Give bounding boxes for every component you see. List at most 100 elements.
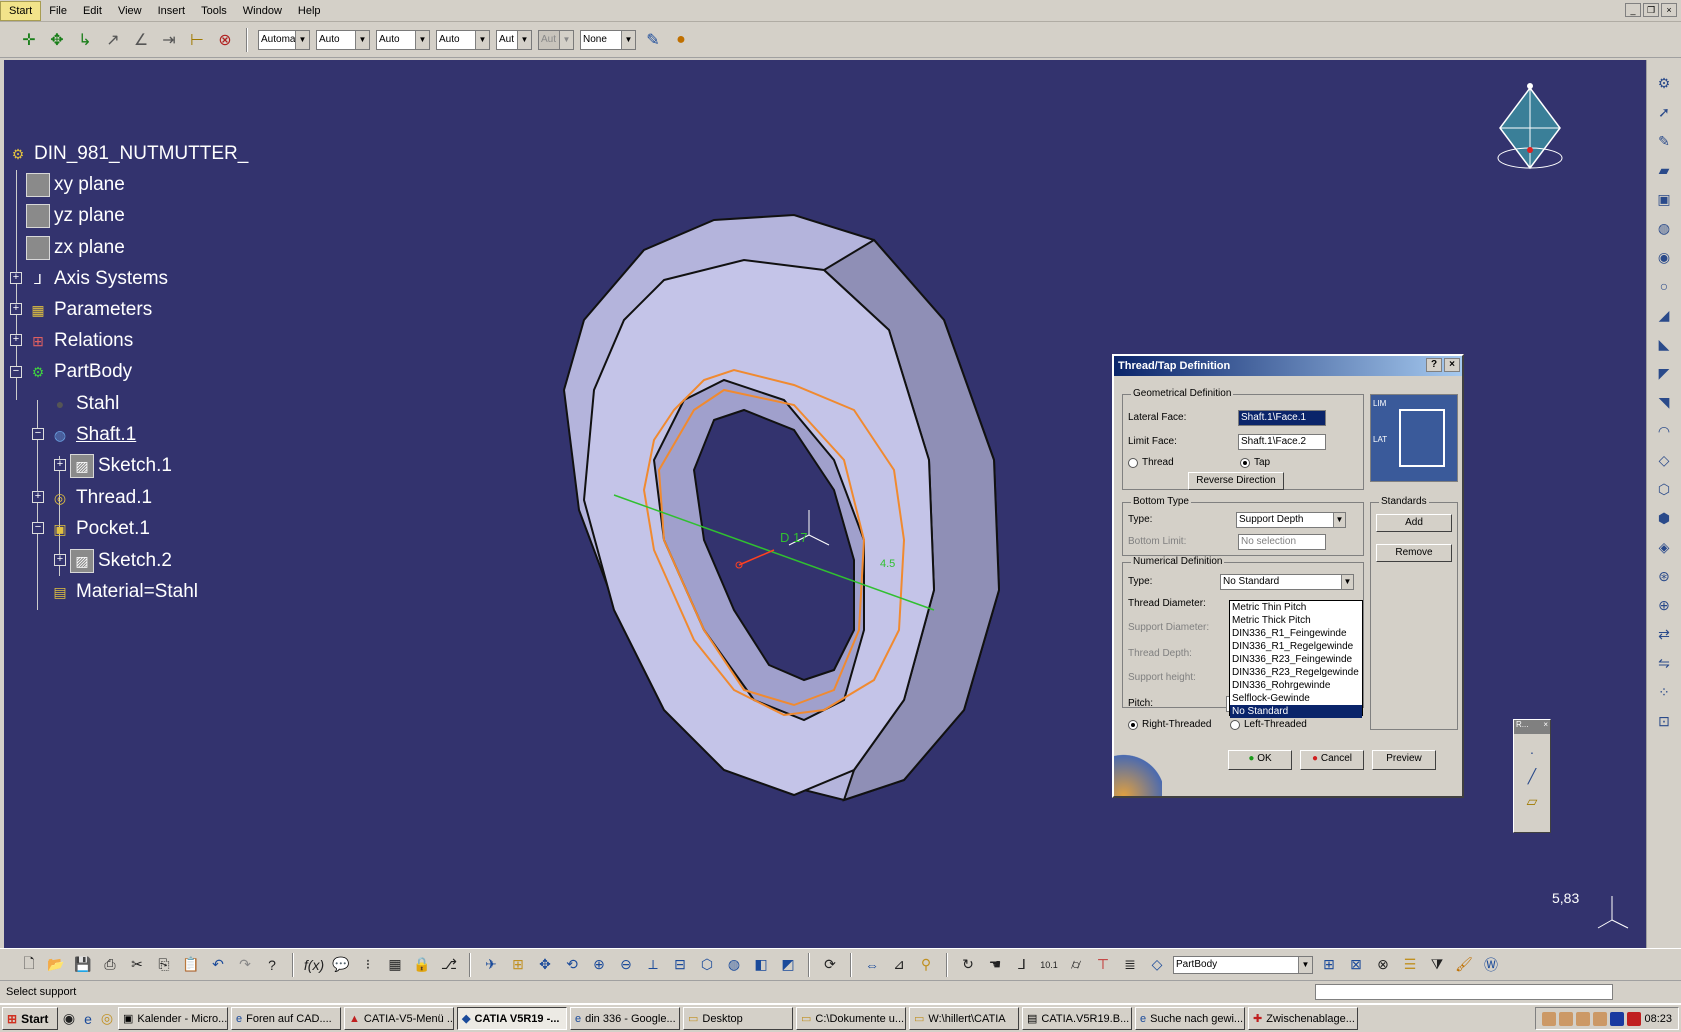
paint-icon[interactable]: 🖌 xyxy=(1453,954,1475,976)
task-foren[interactable]: e Foren auf CAD.... xyxy=(231,1007,341,1030)
menu-edit[interactable]: Edit xyxy=(75,0,110,22)
mirror-icon[interactable]: ⇋ xyxy=(1653,652,1675,674)
start-button[interactable]: ⊞ Start xyxy=(2,1007,58,1030)
tree-item-thread-1[interactable]: ◎ Thread.1 xyxy=(48,484,152,512)
remove-face-icon[interactable]: ⊕ xyxy=(1653,594,1675,616)
macro-icon[interactable]: ⎇ xyxy=(438,954,460,976)
fly-icon[interactable]: ✈ xyxy=(480,954,502,976)
dropdown-option[interactable]: Selflock-Gewinde xyxy=(1230,692,1362,705)
loft-icon[interactable]: ◥ xyxy=(1653,391,1675,413)
expand-icon[interactable]: + xyxy=(10,272,22,284)
floating-toolbar-title[interactable]: R... × xyxy=(1514,720,1550,734)
update-icon[interactable]: ⟳ xyxy=(819,954,841,976)
graphic-properties-icon[interactable]: ✎ xyxy=(642,29,664,51)
limit-face-field[interactable]: Shaft.1\Face.2 xyxy=(1238,434,1326,450)
copy-icon[interactable]: ⎘ xyxy=(153,954,175,976)
compass-icon[interactable] xyxy=(1490,78,1570,178)
scaling-icon[interactable]: ⊡ xyxy=(1653,710,1675,732)
body-select[interactable]: PartBody ▼ xyxy=(1173,955,1313,974)
menu-insert[interactable]: Insert xyxy=(150,0,194,22)
dropdown-option[interactable]: DIN336_Rohrgewinde xyxy=(1230,679,1362,692)
thread-radio[interactable] xyxy=(1128,458,1138,468)
add-standard-button[interactable]: Add xyxy=(1376,514,1452,532)
plane-tool-icon[interactable]: ▱ xyxy=(1514,793,1550,810)
numerical-type-select[interactable]: No Standard ▼ xyxy=(1220,574,1354,590)
fix-icon[interactable]: ⊗ xyxy=(214,29,236,51)
thickness-icon[interactable]: ◈ xyxy=(1653,536,1675,558)
tray-icon[interactable] xyxy=(1593,1011,1608,1026)
translate-icon[interactable]: ⇄ xyxy=(1653,623,1675,645)
tree-item-xy-plane[interactable]: xy plane xyxy=(26,171,125,199)
restore-icon[interactable]: ❐ xyxy=(1643,3,1659,17)
formula-tool-icon[interactable]: f(x) xyxy=(303,954,325,976)
paste-icon[interactable]: 📋 xyxy=(180,954,202,976)
rotate-move-icon[interactable]: ✥ xyxy=(46,29,68,51)
redo-icon[interactable]: ↷ xyxy=(234,954,256,976)
measure-inertia-icon[interactable]: ⚲ xyxy=(915,954,937,976)
iso-view-icon[interactable]: ⬡ xyxy=(696,954,718,976)
tree-item-relations[interactable]: ⊞ Relations xyxy=(26,327,133,355)
fit-all-icon[interactable]: ⊞ xyxy=(507,954,529,976)
select-icon[interactable]: ➚ xyxy=(1653,101,1675,123)
menu-window[interactable]: Window xyxy=(235,0,290,22)
cancel-button[interactable]: ● Cancel xyxy=(1300,750,1364,770)
ok-button[interactable]: ● OK xyxy=(1228,750,1292,770)
collapse-icon[interactable]: − xyxy=(10,366,22,378)
pan-icon[interactable]: ✥ xyxy=(534,954,556,976)
assemble-icon[interactable]: ⊠ xyxy=(1345,954,1367,976)
expand-icon[interactable]: + xyxy=(10,303,22,315)
menu-view[interactable]: View xyxy=(110,0,150,22)
reverse-direction-button[interactable]: Reverse Direction xyxy=(1188,472,1284,490)
expand-icon[interactable]: + xyxy=(32,491,44,503)
dropdown-option[interactable]: DIN336_R1_Regelgewinde xyxy=(1230,640,1362,653)
snap-icon[interactable]: ↳ xyxy=(74,29,96,51)
tree-item-pocket-1[interactable]: ▣ Pocket.1 xyxy=(48,515,150,543)
left-threaded-radio[interactable] xyxy=(1230,720,1240,730)
quicklaunch-desktop-icon[interactable]: ◉ xyxy=(61,1008,77,1030)
workbench-icon[interactable]: ⚙ xyxy=(1653,72,1675,94)
preview-button[interactable]: Preview xyxy=(1372,750,1436,770)
tree-item-material[interactable]: ▤ Material=Stahl xyxy=(48,578,198,606)
help-button[interactable]: ? xyxy=(1426,358,1442,372)
cylinder-icon[interactable]: ⌭ xyxy=(1065,954,1087,976)
dropdown-option[interactable]: DIN336_R23_Feingewinde xyxy=(1230,653,1362,666)
tray-icon[interactable] xyxy=(1542,1011,1557,1026)
pad-icon[interactable]: ▰ xyxy=(1653,159,1675,181)
task-dokumente[interactable]: ▭ C:\Dokumente u... xyxy=(796,1007,906,1030)
menu-start[interactable]: Start xyxy=(0,0,42,21)
tree-item-sketch-2[interactable]: ▨ Sketch.2 xyxy=(70,547,172,575)
shaft-tool-icon[interactable]: ◍ xyxy=(1653,217,1675,239)
tray-icon[interactable] xyxy=(1627,1011,1642,1026)
comment-icon[interactable]: 💬 xyxy=(330,954,352,976)
menu-file[interactable]: File xyxy=(41,0,75,22)
line-icon[interactable]: ╱ xyxy=(1514,768,1550,785)
tree-item-partbody[interactable]: ⚙ PartBody xyxy=(26,358,132,386)
body-icon[interactable]: ◇ xyxy=(1146,954,1168,976)
dialog-close-button[interactable]: × xyxy=(1444,358,1460,372)
shell-icon[interactable]: ⬢ xyxy=(1653,507,1675,529)
refresh-icon[interactable]: ↻ xyxy=(957,954,979,976)
shading-icon[interactable]: ◍ xyxy=(723,954,745,976)
menu-help[interactable]: Help xyxy=(290,0,329,22)
groove-icon[interactable]: ◉ xyxy=(1653,246,1675,268)
tree-item-yz-plane[interactable]: yz plane xyxy=(26,202,125,230)
table-icon[interactable]: ▦ xyxy=(384,954,406,976)
tree-item-zx-plane[interactable]: zx plane xyxy=(26,234,125,262)
numerical-type-dropdown[interactable]: Metric Thin Pitch Metric Thick Pitch DIN… xyxy=(1229,600,1363,718)
right-threaded-radio[interactable] xyxy=(1128,720,1138,730)
tree-item-sketch-1[interactable]: ▨ Sketch.1 xyxy=(70,452,172,480)
remove-standard-button[interactable]: Remove xyxy=(1376,544,1452,562)
zoom-in-icon[interactable]: ⊕ xyxy=(588,954,610,976)
tray-icon[interactable] xyxy=(1576,1011,1591,1026)
tray-icon[interactable] xyxy=(1559,1011,1574,1026)
dialog-titlebar[interactable]: Thread/Tap Definition ? × xyxy=(1114,356,1462,376)
tree-item-stahl[interactable]: ● Stahl xyxy=(48,390,120,418)
rotate-icon[interactable]: ⟲ xyxy=(561,954,583,976)
quicklaunch-ie-icon[interactable]: e xyxy=(80,1008,96,1030)
combo-2[interactable]: Auto ▼ xyxy=(316,29,370,50)
task-catia-b[interactable]: ▤ CATIA.V5R19.B... xyxy=(1022,1007,1132,1030)
tree-item-shaft-1[interactable]: ◍ Shaft.1 xyxy=(48,421,136,449)
stiffener-icon[interactable]: ◤ xyxy=(1653,362,1675,384)
dropdown-option[interactable]: DIN336_R1_Feingewinde xyxy=(1230,627,1362,640)
task-catia-menue[interactable]: ▲ CATIA-V5-Menü ... xyxy=(344,1007,454,1030)
